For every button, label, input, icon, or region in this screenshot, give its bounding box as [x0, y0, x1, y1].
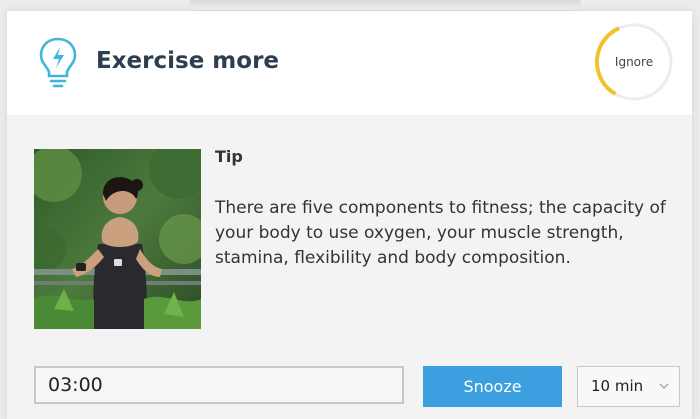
screen: Exercise more Ignore Tip There are five …: [0, 0, 700, 419]
timer-field[interactable]: 03:00: [34, 366, 404, 404]
tip-heading: Tip: [215, 147, 243, 166]
ignore-button[interactable]: Ignore: [593, 21, 675, 103]
tip-body: There are five components to fitness; th…: [215, 198, 666, 268]
lightbulb-icon: [39, 37, 77, 88]
snooze-button[interactable]: Snooze: [423, 366, 562, 407]
snooze-duration-value: 10 min: [591, 377, 644, 395]
page-title: Exercise more: [96, 48, 280, 74]
window-top-edge: [190, 0, 580, 10]
reminder-card: Exercise more Ignore Tip There are five …: [7, 11, 692, 419]
chevron-down-icon: [659, 383, 669, 389]
ignore-label: Ignore: [614, 55, 654, 69]
card-header: Exercise more Ignore: [7, 11, 692, 115]
snooze-duration-select[interactable]: 10 min: [577, 366, 680, 407]
tip-photo: [34, 149, 201, 329]
